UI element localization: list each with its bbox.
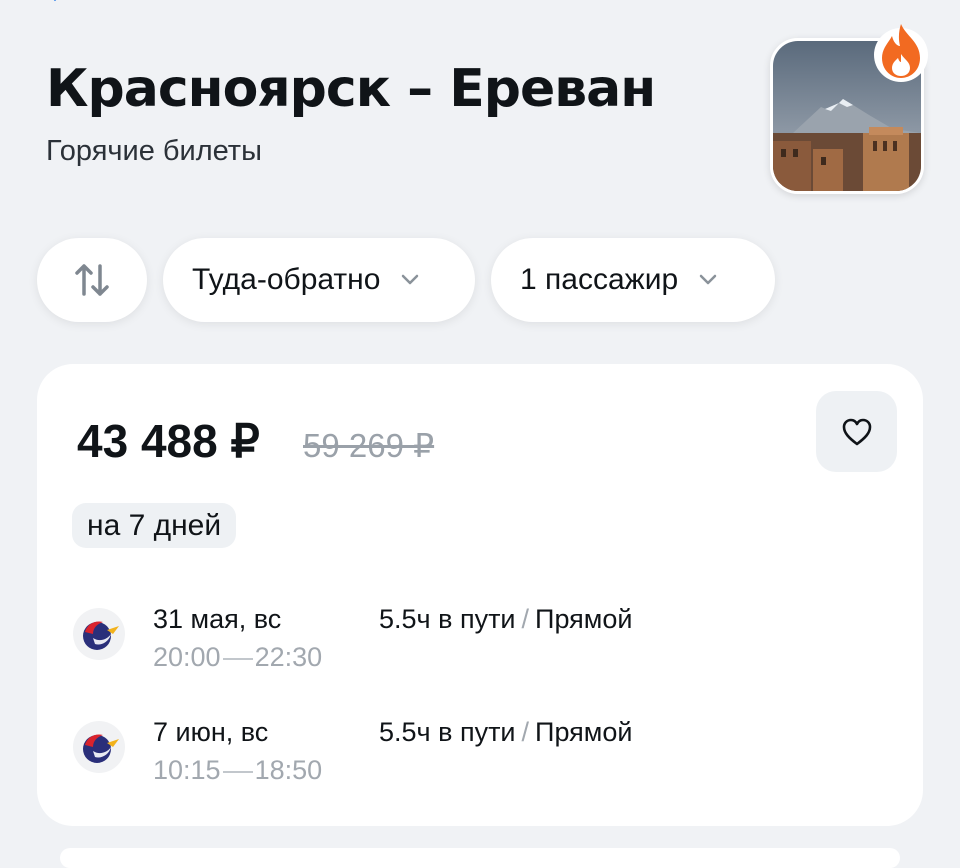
arrival-time: 22:30: [254, 642, 323, 672]
time-dash: [222, 657, 253, 660]
arrival-time: 18:50: [254, 755, 323, 785]
destination-image: [770, 24, 928, 194]
heart-icon: [842, 418, 871, 445]
info-separator: /: [521, 717, 530, 747]
swap-vertical-icon: [75, 264, 109, 296]
page-subtitle: Горячие билеты: [46, 135, 262, 167]
favorite-button[interactable]: [816, 391, 897, 472]
next-ticket-card[interactable]: [60, 848, 900, 868]
segment-times: 20:00 22:30: [153, 642, 322, 673]
airline-logo-icon: [73, 721, 125, 773]
trip-type-label: Туда-обратно: [192, 263, 381, 296]
segment-times: 10:15 18:50: [153, 755, 322, 786]
stops-label: Прямой: [535, 717, 633, 747]
passengers-select[interactable]: 1 пассажир: [491, 238, 775, 322]
segment-date: 7 июн, вс: [153, 717, 269, 747]
trip-type-select[interactable]: Туда-обратно: [163, 238, 475, 322]
chevron-down-icon: [699, 274, 717, 285]
page-title: Красноярск – Ереван: [46, 59, 656, 119]
departure-time: 20:00: [153, 642, 221, 672]
travel-time: 5.5ч в пути: [379, 717, 516, 747]
flight-segment-return: 7 июн, вс 10:15 18:50 5.5ч в пути / Прямой: [37, 713, 923, 793]
travel-time: 5.5ч в пути: [379, 604, 516, 634]
hot-deal-flame-icon: [874, 24, 928, 82]
flight-segment-outbound: 31 мая, вс 20:00 22:30 5.5ч в пути / Прямой: [37, 600, 923, 680]
old-price: 59 269 ₽: [303, 427, 435, 464]
stops-label: Прямой: [535, 604, 633, 634]
passengers-label: 1 пассажир: [520, 263, 679, 296]
swap-direction-button[interactable]: [37, 238, 147, 322]
segment-date: 31 мая, вс: [153, 604, 282, 634]
segment-info: 5.5ч в пути / Прямой: [379, 604, 632, 635]
departure-time: 10:15: [153, 755, 221, 785]
segment-info: 5.5ч в пути / Прямой: [379, 717, 632, 748]
info-separator: /: [521, 604, 530, 634]
time-dash: [222, 770, 253, 773]
airline-logo-icon: [73, 608, 125, 660]
chevron-down-icon: [402, 274, 419, 285]
price: 43 488 ₽: [77, 415, 260, 467]
ticket-card[interactable]: 43 488 ₽ 59 269 ₽ на 7 дней 31 мая, вс 2…: [37, 364, 923, 826]
chevron-down-icon[interactable]: [44, 0, 66, 8]
duration-badge: на 7 дней: [72, 503, 237, 548]
